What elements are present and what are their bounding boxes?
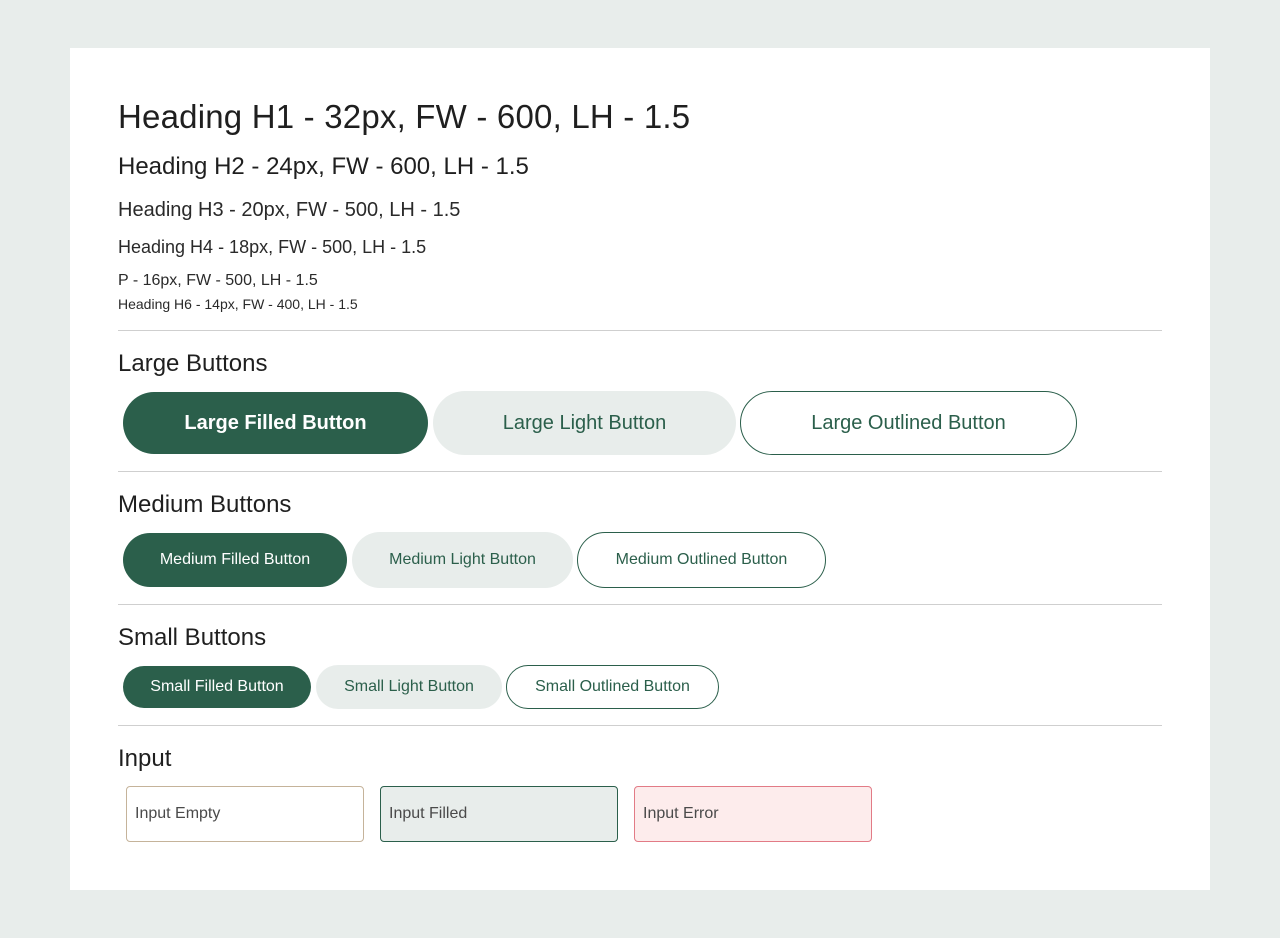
input-empty-field[interactable] xyxy=(126,786,364,842)
heading-h1-sample: Heading H1 - 32px, FW - 600, LH - 1.5 xyxy=(118,98,691,135)
large-buttons-title: Large Buttons xyxy=(118,350,268,377)
small-light-button[interactable]: Small Light Button xyxy=(316,665,502,709)
small-filled-button[interactable]: Small Filled Button xyxy=(123,666,311,708)
large-filled-button[interactable]: Large Filled Button xyxy=(123,392,428,454)
divider xyxy=(118,604,1162,605)
small-buttons-title: Small Buttons xyxy=(118,624,267,651)
input-filled-field[interactable] xyxy=(380,786,618,842)
heading-h2-sample: Heading H2 - 24px, FW - 600, LH - 1.5 xyxy=(118,153,529,180)
large-light-button[interactable]: Large Light Button xyxy=(433,391,736,455)
medium-filled-button[interactable]: Medium Filled Button xyxy=(123,533,347,587)
input-title: Input xyxy=(118,745,172,772)
style-guide-card: Heading H1 - 32px, FW - 600, LH - 1.5 He… xyxy=(70,48,1210,890)
heading-h3-sample: Heading H3 - 20px, FW - 500, LH - 1.5 xyxy=(118,199,461,221)
medium-light-button[interactable]: Medium Light Button xyxy=(352,532,573,588)
divider xyxy=(118,725,1162,726)
divider xyxy=(118,330,1162,331)
input-error-field[interactable] xyxy=(634,786,872,842)
medium-buttons-title: Medium Buttons xyxy=(118,491,292,518)
heading-h6-sample: Heading H6 - 14px, FW - 400, LH - 1.5 xyxy=(118,296,358,312)
large-outlined-button[interactable]: Large Outlined Button xyxy=(740,391,1077,455)
paragraph-sample: P - 16px, FW - 500, LH - 1.5 xyxy=(118,272,318,289)
divider xyxy=(118,471,1162,472)
heading-h4-sample: Heading H4 - 18px, FW - 500, LH - 1.5 xyxy=(118,237,427,257)
medium-outlined-button[interactable]: Medium Outlined Button xyxy=(577,532,826,588)
small-outlined-button[interactable]: Small Outlined Button xyxy=(506,665,719,709)
